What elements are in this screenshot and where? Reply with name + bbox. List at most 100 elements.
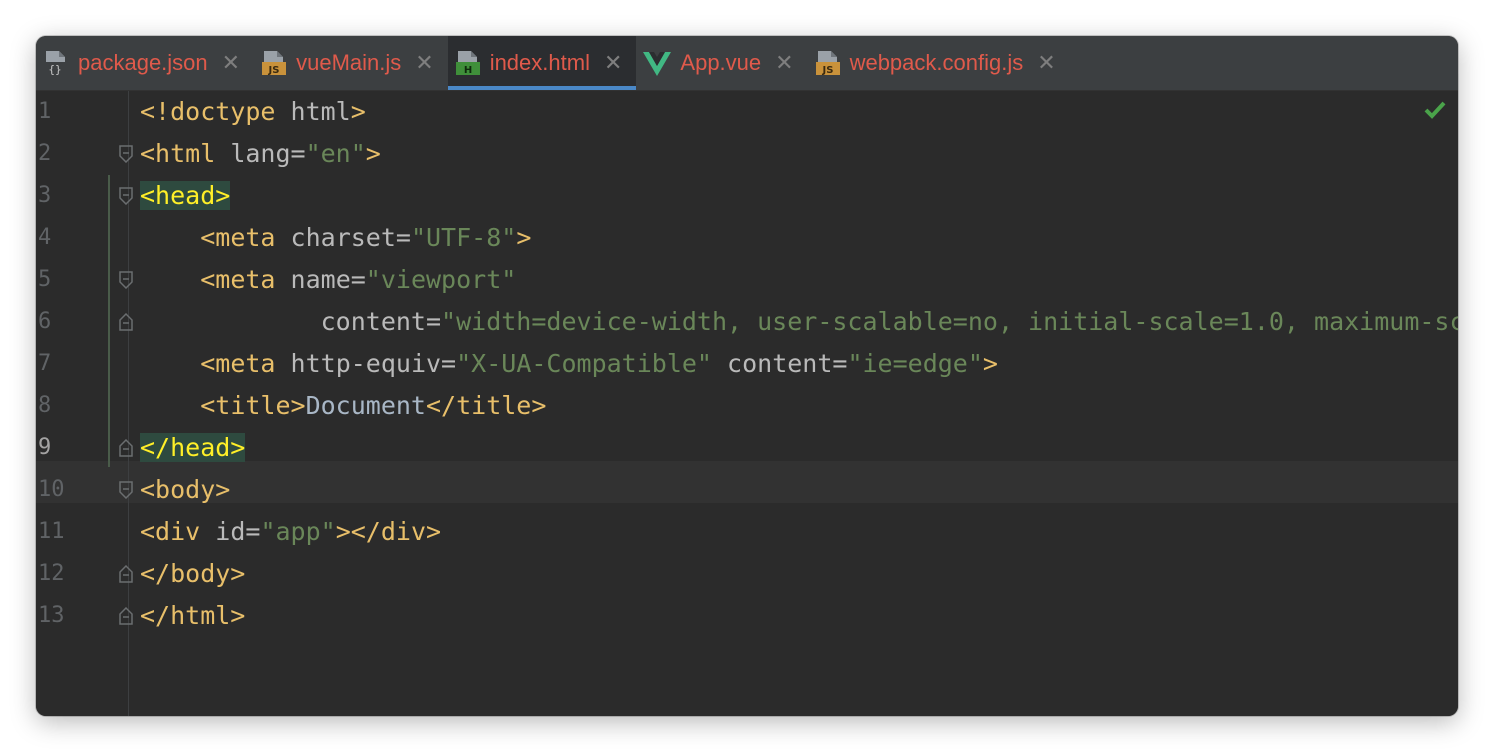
tag: > — [350, 97, 366, 126]
fold-close-icon[interactable] — [118, 607, 134, 625]
fold-open-icon[interactable] — [118, 145, 134, 163]
code-text: content="width=device-width, user-scalab… — [140, 301, 1458, 343]
tag: <meta — [200, 223, 276, 252]
code-text: <html lang="en"> — [140, 133, 381, 175]
close-tab-icon[interactable]: ✕ — [415, 51, 433, 76]
vue-logo-icon — [642, 49, 672, 77]
code-line: 12 </body> — [36, 553, 1458, 595]
line-number: 9 — [38, 435, 52, 460]
line-number: 4 — [38, 225, 52, 250]
tag: > — [365, 139, 381, 168]
attribute: charset= — [275, 223, 411, 252]
code-line: 9 </head> — [36, 427, 1458, 469]
tab-label: package.json — [78, 50, 208, 75]
line-number: 12 — [38, 561, 65, 586]
fold-open-icon[interactable] — [118, 481, 134, 499]
code-editor[interactable]: 1 <!doctype html> 2 <html lang="en"> 3 <… — [36, 91, 1458, 716]
tag: <!doctype — [140, 97, 276, 126]
line-number: 6 — [38, 309, 52, 334]
tab-webpack-config-js[interactable]: JS webpack.config.js ✕ — [808, 36, 1070, 90]
js-file-icon: JS — [260, 49, 288, 77]
tab-app-vue[interactable]: App.vue ✕ — [636, 36, 807, 90]
attribute-value: "ie=edge" — [847, 349, 983, 378]
tag: </html> — [140, 601, 246, 630]
js-file-icon: JS — [814, 49, 842, 77]
line-number: 2 — [38, 141, 52, 166]
tab-label: App.vue — [680, 50, 762, 75]
tag: <title> — [200, 391, 306, 420]
attribute: content= — [320, 307, 442, 336]
tab-vuemain-js[interactable]: JS vueMain.js ✕ — [254, 36, 448, 90]
fold-close-icon[interactable] — [118, 439, 134, 457]
tag: </title> — [426, 391, 547, 420]
tag: > — [982, 349, 998, 378]
attribute: http-equiv= — [275, 349, 457, 378]
tag: > — [516, 223, 532, 252]
fold-open-icon[interactable] — [118, 187, 134, 205]
tag: <div — [140, 517, 201, 546]
code-text: </head> — [140, 427, 246, 469]
line-number: 3 — [38, 183, 52, 208]
close-tab-icon[interactable]: ✕ — [222, 51, 240, 76]
line-number: 11 — [38, 519, 65, 544]
editor-tab-bar: {} package.json ✕ JS vueMain.js ✕ H inde… — [36, 36, 1458, 91]
close-tab-icon[interactable]: ✕ — [604, 51, 622, 76]
code-line: 10 <body> — [36, 469, 1458, 511]
ide-window: {} package.json ✕ JS vueMain.js ✕ H inde… — [36, 36, 1458, 716]
attribute: html — [275, 97, 351, 126]
code-line: 11 <div id="app"></div> — [36, 511, 1458, 553]
tab-package-json[interactable]: {} package.json ✕ — [36, 36, 254, 90]
close-tab-icon[interactable]: ✕ — [1037, 51, 1055, 76]
code-text: <meta http-equiv="X-UA-Compatible" conte… — [140, 343, 998, 385]
code-line: 4 <meta charset="UTF-8"> — [36, 217, 1458, 259]
tab-index-html[interactable]: H index.html ✕ — [447, 36, 637, 90]
code-text: <title>Document</title> — [140, 385, 546, 427]
fold-open-icon[interactable] — [118, 271, 134, 289]
tab-label: vueMain.js — [296, 50, 402, 75]
attribute-value: "width=device-width, user-scalable=no, i… — [441, 307, 1458, 336]
fold-close-icon[interactable] — [118, 565, 134, 583]
tag: </body> — [140, 559, 246, 588]
code-line: 13 </html> — [36, 595, 1458, 637]
code-line: 7 <meta http-equiv="X-UA-Compatible" con… — [36, 343, 1458, 385]
attribute: content= — [711, 349, 848, 378]
code-text: <head> — [140, 175, 231, 217]
code-text: <meta charset="UTF-8"> — [140, 217, 531, 259]
line-number: 1 — [38, 99, 52, 124]
tag: ></div> — [335, 517, 442, 546]
code-line: 6 content="width=device-width, user-scal… — [36, 301, 1458, 343]
line-number: 8 — [38, 393, 52, 418]
matched-tag: </head> — [140, 433, 246, 462]
attribute-value: "UTF-8" — [410, 223, 517, 252]
code-line: 2 <html lang="en"> — [36, 133, 1458, 175]
line-number: 13 — [38, 603, 65, 628]
code-text: <!doctype html> — [140, 91, 366, 133]
tab-label: index.html — [489, 50, 590, 75]
tag: <html — [140, 139, 216, 168]
attribute: id= — [200, 517, 261, 546]
json-file-icon: {} — [42, 49, 70, 77]
svg-text:JS: JS — [268, 65, 280, 76]
close-tab-icon[interactable]: ✕ — [775, 51, 793, 76]
fold-close-icon[interactable] — [118, 313, 134, 331]
matched-tag: <head> — [140, 181, 231, 210]
line-number: 10 — [38, 477, 65, 502]
attribute: lang= — [215, 139, 306, 168]
tag: <meta — [200, 265, 276, 294]
attribute-value: "X-UA-Compatible" — [456, 349, 712, 378]
attribute-value: "en" — [305, 139, 366, 168]
line-number: 7 — [38, 351, 52, 376]
code-line: 8 <title>Document</title> — [36, 385, 1458, 427]
html-file-icon: H — [454, 49, 482, 77]
attribute-value: "viewport" — [365, 265, 517, 294]
code-line: 3 <head> — [36, 175, 1458, 217]
svg-text:JS: JS — [821, 65, 833, 76]
svg-text:H: H — [464, 65, 472, 76]
code-text: <meta name="viewport" — [140, 259, 516, 301]
code-text: <div id="app"></div> — [140, 511, 441, 553]
code-text: </body> — [140, 553, 245, 595]
